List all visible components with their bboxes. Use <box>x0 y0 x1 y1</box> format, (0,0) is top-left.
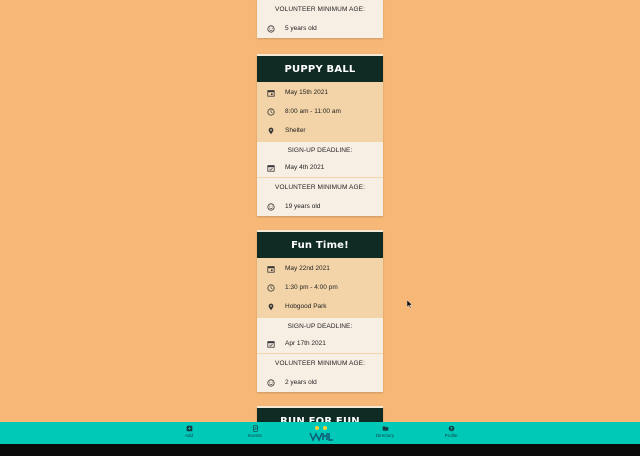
nav-profile[interactable]: Profile <box>431 425 471 438</box>
time-row: 1:30 pm - 4:00 pm <box>257 278 383 297</box>
location-row: Hobgood Park <box>257 297 383 316</box>
smiley-icon <box>257 24 285 33</box>
time-row: 8:00 am - 11:00 am <box>257 102 383 121</box>
bottom-nav: Add Events Directory Profile <box>0 422 640 444</box>
min-age-row: 2 years old <box>257 373 383 392</box>
calendar-check-icon <box>257 164 285 172</box>
event-card[interactable]: PUPPY BALL May 15th 2021 8:00 am - 11:00… <box>257 54 383 216</box>
profile-icon <box>448 425 454 432</box>
event-card[interactable]: VOLUNTEER MINIMUM AGE: 5 years old <box>257 0 383 38</box>
smiley-icon <box>257 378 285 387</box>
min-age-row: 19 years old <box>257 197 383 216</box>
min-age-section: VOLUNTEER MINIMUM AGE: 19 years old <box>257 177 383 216</box>
nav-events[interactable]: Events <box>235 425 275 438</box>
signup-label: SIGN-UP DEADLINE: <box>287 146 353 154</box>
add-note-icon <box>186 425 192 432</box>
calendar-icon <box>257 89 285 97</box>
calendar-icon <box>257 265 285 273</box>
min-age-value: 19 years old <box>285 203 321 210</box>
signup-row: Apr 17th 2021 <box>257 334 383 353</box>
calendar-check-icon <box>257 340 285 348</box>
nav-label: Events <box>248 433 262 438</box>
min-age-value: 5 years old <box>285 25 317 32</box>
event-card[interactable]: Fun Time! May 22nd 2021 1:30 pm - 4:00 p… <box>257 230 383 392</box>
signup-row: May 4th 2021 <box>257 158 383 177</box>
min-age-section: VOLUNTEER MINIMUM AGE: 5 years old <box>257 0 383 38</box>
event-list-icon <box>252 425 258 432</box>
event-title: PUPPY BALL <box>257 54 383 82</box>
location-row: Shelter <box>257 121 383 140</box>
event-details: May 22nd 2021 1:30 pm - 4:00 pm Hobgood … <box>257 258 383 317</box>
nav-label: Add <box>184 433 193 438</box>
smiley-icon <box>257 202 285 211</box>
directory-icon <box>382 426 388 431</box>
signup-section: SIGN-UP DEADLINE: Apr 17th 2021 <box>257 317 383 353</box>
signup-label: SIGN-UP DEADLINE: <box>287 322 353 330</box>
signup-deadline: May 4th 2021 <box>285 164 325 171</box>
signup-section: SIGN-UP DEADLINE: May 4th 2021 <box>257 141 383 177</box>
event-date: May 22nd 2021 <box>285 265 330 272</box>
event-title: Fun Time! <box>257 230 383 258</box>
nav-directory[interactable]: Directory <box>365 425 405 438</box>
min-age-row: 5 years old <box>257 19 383 38</box>
min-age-section: VOLUNTEER MINIMUM AGE: 2 years old <box>257 353 383 392</box>
date-row: May 15th 2021 <box>257 83 383 102</box>
event-time: 1:30 pm - 4:00 pm <box>285 284 338 291</box>
nav-add[interactable]: Add <box>169 425 209 438</box>
location-pin-icon <box>257 127 285 135</box>
event-location: Hobgood Park <box>285 303 327 310</box>
event-date: May 15th 2021 <box>285 89 329 96</box>
date-row: May 22nd 2021 <box>257 259 383 278</box>
location-pin-icon <box>257 303 285 311</box>
signup-deadline: Apr 17th 2021 <box>285 340 326 347</box>
nav-label: Directory <box>375 433 394 438</box>
min-age-label: VOLUNTEER MINIMUM AGE: <box>275 6 365 13</box>
min-age-value: 2 years old <box>285 379 317 386</box>
min-age-label: VOLUNTEER MINIMUM AGE: <box>275 184 365 191</box>
mouse-cursor-icon <box>407 300 413 309</box>
clock-icon <box>257 283 285 292</box>
event-details: May 15th 2021 8:00 am - 11:00 am Shelter <box>257 82 383 141</box>
clock-icon <box>257 107 285 116</box>
system-bar <box>0 444 640 456</box>
event-time: 8:00 am - 11:00 am <box>285 108 341 115</box>
min-age-label: VOLUNTEER MINIMUM AGE: <box>275 360 365 367</box>
nav-label: Profile <box>444 433 458 438</box>
logo-icon[interactable] <box>308 424 334 442</box>
event-location: Shelter <box>285 127 306 134</box>
